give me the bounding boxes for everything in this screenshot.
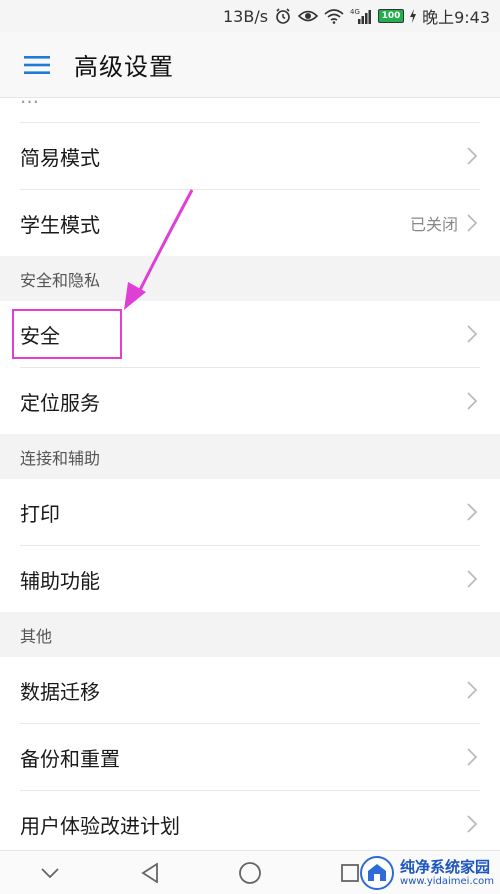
charging-icon bbox=[410, 6, 417, 26]
battery-icon: 100 bbox=[378, 9, 405, 23]
row-print[interactable]: 打印 bbox=[0, 479, 500, 545]
network-type: 4G bbox=[350, 8, 360, 16]
chevron-right-icon bbox=[467, 681, 478, 699]
section-header-connection: 连接和辅助 bbox=[0, 434, 500, 479]
row-simple-mode[interactable]: 简易模式 bbox=[0, 123, 500, 189]
row-label: 简易模式 bbox=[20, 145, 100, 170]
chevron-right-icon bbox=[467, 503, 478, 521]
chevron-right-icon bbox=[467, 570, 478, 588]
chevron-right-icon bbox=[467, 147, 478, 165]
row-label: 学生模式 bbox=[20, 212, 100, 237]
row-data-migration[interactable]: 数据迁移 bbox=[0, 657, 500, 723]
watermark-url: www.yidaimei.com bbox=[400, 875, 494, 887]
annotation-highlight-box bbox=[12, 309, 122, 359]
row-value: 已关闭 bbox=[409, 215, 458, 234]
settings-list: … 简易模式 学生模式 已关闭 安全和隐私 安全 定位服务 连接和辅助 打印 辅… bbox=[0, 86, 500, 857]
chevron-right-icon bbox=[467, 214, 478, 232]
row-label: 打印 bbox=[20, 501, 60, 526]
watermark-title: 纯净系统家园 bbox=[400, 858, 491, 877]
row-label: 备份和重置 bbox=[20, 746, 120, 771]
clock: 晚上9:43 bbox=[422, 8, 490, 27]
chevron-right-icon bbox=[467, 748, 478, 766]
row-accessibility[interactable]: 辅助功能 bbox=[0, 546, 500, 612]
section-header-other: 其他 bbox=[0, 612, 500, 657]
row-student-mode[interactable]: 学生模式 已关闭 bbox=[0, 190, 500, 256]
row-label: 定位服务 bbox=[20, 390, 100, 415]
watermark-logo-icon bbox=[360, 856, 395, 890]
row-label: 辅助功能 bbox=[20, 568, 100, 593]
app-bar: 高级设置 bbox=[0, 32, 500, 98]
row-location-services[interactable]: 定位服务 bbox=[0, 368, 500, 434]
section-header-security-privacy: 安全和隐私 bbox=[0, 256, 500, 301]
row-backup-reset[interactable]: 备份和重置 bbox=[0, 724, 500, 790]
row-label: 用户体验改进计划 bbox=[20, 813, 180, 838]
page-title: 高级设置 bbox=[74, 53, 174, 81]
eye-icon bbox=[298, 6, 319, 26]
row-label: 数据迁移 bbox=[20, 679, 100, 704]
collapse-icon[interactable] bbox=[0, 851, 100, 894]
partial-row[interactable]: … bbox=[0, 86, 500, 122]
chevron-right-icon bbox=[467, 815, 478, 833]
net-speed: 13B/s bbox=[223, 6, 269, 26]
signal-icon: 4G bbox=[350, 6, 372, 26]
home-icon[interactable] bbox=[200, 851, 300, 894]
battery-level: 100 bbox=[381, 11, 401, 21]
row-user-experience[interactable]: 用户体验改进计划 bbox=[0, 791, 500, 857]
wifi-icon bbox=[324, 6, 344, 26]
chevron-right-icon bbox=[467, 325, 478, 343]
watermark: 纯净系统家园 www.yidaimei.com bbox=[360, 856, 494, 890]
alarm-icon bbox=[274, 6, 292, 26]
status-bar: 13B/s 4G 100 晚上9:43 bbox=[0, 0, 500, 32]
back-icon[interactable] bbox=[100, 851, 200, 894]
partial-row-label: … bbox=[20, 86, 39, 104]
chevron-right-icon bbox=[467, 392, 478, 410]
